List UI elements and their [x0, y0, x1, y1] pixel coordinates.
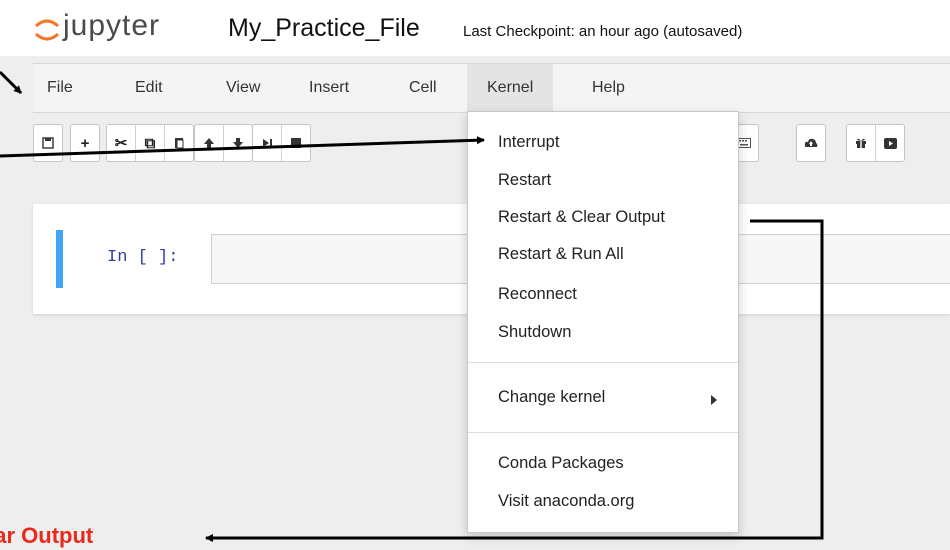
menu-view[interactable]: View — [226, 64, 260, 112]
presentation-icon[interactable] — [876, 125, 904, 161]
toolbar-move-group — [194, 124, 253, 162]
checkpoint-status: Last Checkpoint: an hour ago (autosaved) — [463, 23, 743, 40]
menu-divider — [468, 432, 738, 433]
menu-item-conda-packages[interactable]: Conda Packages — [498, 454, 624, 473]
menu-item-reconnect[interactable]: Reconnect — [498, 285, 577, 304]
arrow-down-icon[interactable] — [224, 125, 252, 161]
gift-icon[interactable] — [847, 125, 876, 161]
copy-icon[interactable]: ⧉ — [136, 125, 165, 161]
menu-insert[interactable]: Insert — [309, 64, 349, 112]
toolbar-clipboard-group: ✂ ⧉ — [106, 124, 194, 162]
toolbar-insert-group: + — [70, 124, 100, 162]
scissors-icon[interactable]: ✂ — [107, 125, 136, 161]
annotation-label: ear Output — [0, 523, 94, 548]
toolbar-run-group — [252, 124, 311, 162]
menu-item-change-kernel[interactable]: Change kernel — [498, 388, 605, 407]
menu-item-visit-anaconda[interactable]: Visit anaconda.org — [498, 492, 634, 511]
menu-item-restart-clear-output[interactable]: Restart & Clear Output — [498, 208, 665, 227]
menu-item-interrupt[interactable]: Interrupt — [498, 133, 559, 152]
notebook-name[interactable]: My_Practice_File — [228, 14, 420, 43]
menu-help[interactable]: Help — [592, 64, 625, 112]
menu-file[interactable]: File — [47, 64, 73, 112]
toolbar-save-group — [33, 124, 63, 162]
cell-prompt: In [ ]: — [107, 248, 179, 267]
toolbar-upload-group — [796, 124, 826, 162]
submenu-caret-icon — [711, 395, 717, 405]
jupyter-logo-icon — [34, 19, 60, 41]
header: jupyter My_Practice_File Last Checkpoint… — [0, 0, 950, 56]
menu-edit[interactable]: Edit — [135, 64, 163, 112]
arrow-to-menubar — [0, 70, 23, 95]
jupyter-logo[interactable]: jupyter — [33, 9, 193, 50]
arrow-up-icon[interactable] — [195, 125, 224, 161]
stop-icon[interactable] — [282, 125, 310, 161]
menu-kernel[interactable]: Kernel — [467, 64, 554, 112]
paste-icon[interactable] — [165, 125, 193, 161]
menu-cell[interactable]: Cell — [409, 64, 437, 112]
toolbar-extras-group — [846, 124, 905, 162]
menu-item-shutdown[interactable]: Shutdown — [498, 323, 571, 342]
step-forward-icon[interactable] — [253, 125, 282, 161]
save-icon[interactable] — [34, 125, 62, 161]
menu-item-restart[interactable]: Restart — [498, 171, 551, 190]
menubar: File Edit View Insert Cell Kernel Help — [33, 63, 950, 113]
menu-item-restart-run-all[interactable]: Restart & Run All — [498, 245, 624, 264]
cloud-upload-icon[interactable] — [797, 125, 825, 161]
kernel-dropdown-menu: Interrupt Restart Restart & Clear Output… — [467, 111, 739, 533]
plus-icon[interactable]: + — [71, 125, 99, 161]
cell-selection-bar — [56, 230, 63, 288]
logo-text: jupyter — [63, 9, 161, 42]
menu-divider — [468, 362, 738, 363]
